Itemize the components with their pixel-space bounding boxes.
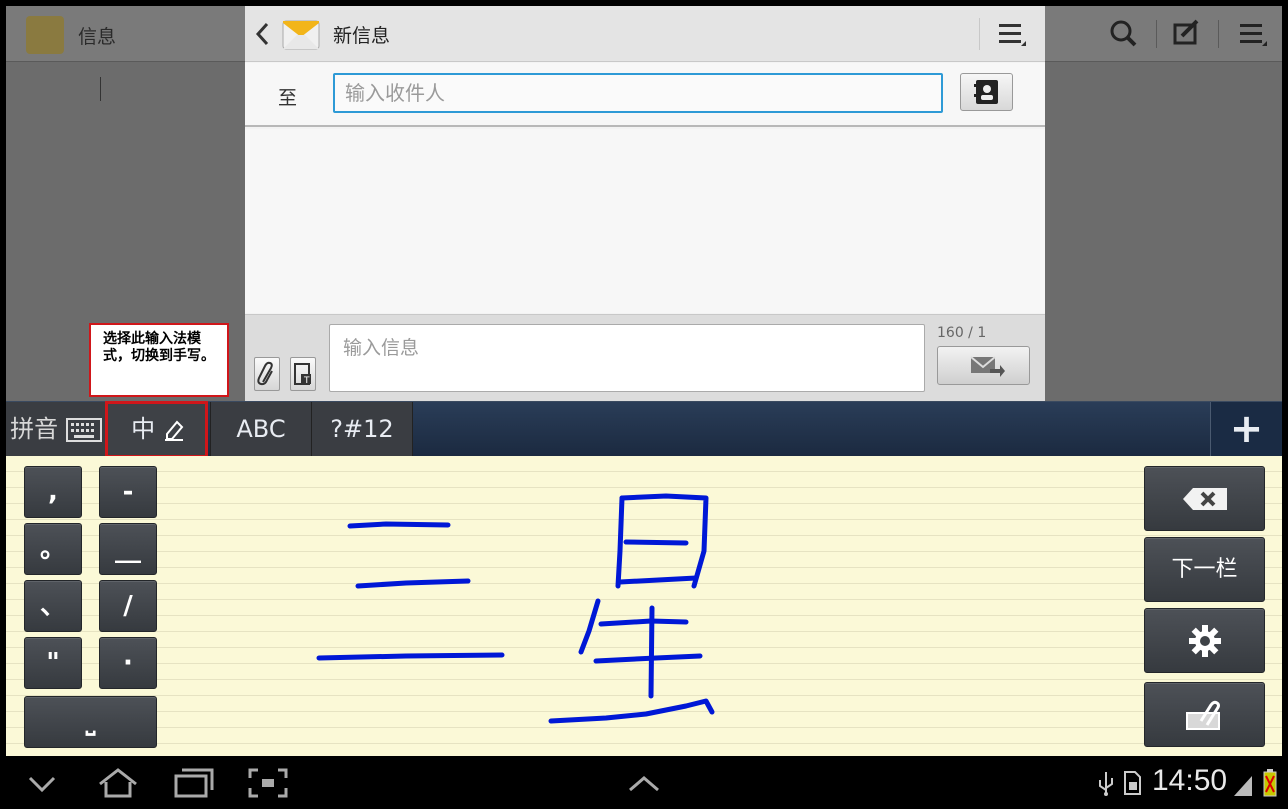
recipient-input[interactable] (333, 73, 943, 113)
recipient-row: 至 (245, 63, 1045, 127)
envelope-icon (281, 15, 321, 55)
next-column-key[interactable]: 下一栏 (1144, 537, 1265, 602)
dialog-menu-icon[interactable] (995, 18, 1027, 50)
backspace-key[interactable] (1144, 466, 1265, 531)
tab-abc[interactable]: ABC (211, 402, 311, 457)
highlight-frame (105, 401, 208, 458)
home-icon[interactable] (94, 766, 142, 800)
to-label: 至 (278, 87, 298, 109)
back-chevron-icon[interactable] (253, 18, 273, 50)
add-input-mode-button[interactable]: + (1210, 402, 1282, 457)
new-message-dialog: 新信息 至 T 160 / 1 (245, 6, 1045, 401)
contacts-button[interactable] (960, 73, 1013, 111)
stroke (623, 539, 689, 546)
gear-icon (1188, 625, 1221, 657)
stroke (648, 605, 655, 699)
stroke (615, 495, 625, 589)
stroke-group (316, 493, 715, 724)
clock: 14:50 (1152, 764, 1228, 797)
messages-app-icon (26, 16, 64, 54)
handwriting-pad[interactable]: , - 。 __ 、 / " · ⎵ 下一栏 (6, 456, 1282, 756)
stroke (347, 521, 451, 529)
recent-apps-icon[interactable] (170, 766, 218, 800)
stroke (598, 618, 689, 627)
clipboard-paperclip-icon (1185, 700, 1220, 730)
tab-symbols-numbers[interactable]: ?#12 (312, 402, 412, 457)
backspace-icon (1182, 488, 1227, 510)
stroke (578, 598, 601, 655)
stroke (548, 698, 715, 724)
handwriting-strokes (316, 493, 715, 724)
dialog-header: 新信息 (245, 6, 1045, 62)
usb-icon (1094, 766, 1118, 800)
insert-text-template-button[interactable]: T (290, 357, 316, 391)
stroke (593, 653, 703, 664)
search-icon[interactable] (1104, 16, 1144, 52)
stroke (316, 652, 505, 661)
character-counter: 160 / 1 (937, 325, 987, 341)
annotation-callout: 选择此输入法模式，切换到手写。 (89, 323, 229, 397)
background-app-title: 信息 (78, 26, 117, 48)
expand-panel-icon[interactable] (620, 766, 668, 800)
attach-paperclip-button[interactable] (254, 357, 280, 391)
svg-text:T: T (303, 376, 310, 386)
system-navigation-bar: 14:50 (0, 756, 1288, 809)
keyboard-icon (65, 418, 102, 442)
hide-keyboard-icon[interactable] (20, 766, 68, 800)
tab-pinyin-label: 拼音 (10, 415, 59, 443)
tab-pinyin[interactable]: 拼音 (6, 402, 106, 457)
screenshot-icon[interactable] (244, 766, 292, 800)
dialog-title: 新信息 (333, 25, 391, 47)
message-input[interactable] (329, 324, 925, 392)
clipboard-key[interactable] (1144, 682, 1265, 747)
compose-bar: T 160 / 1 (245, 314, 1045, 401)
settings-key[interactable] (1144, 608, 1265, 673)
battery-charging-icon (1258, 766, 1282, 800)
menu-icon[interactable] (1232, 16, 1272, 52)
stroke (617, 575, 699, 585)
message-thread-area (245, 129, 1045, 313)
text-cursor (100, 77, 101, 101)
signal-icon (1232, 766, 1256, 800)
sd-card-icon (1120, 766, 1144, 800)
stroke (355, 578, 471, 589)
send-button[interactable] (937, 346, 1030, 385)
compose-icon[interactable] (1166, 16, 1206, 52)
